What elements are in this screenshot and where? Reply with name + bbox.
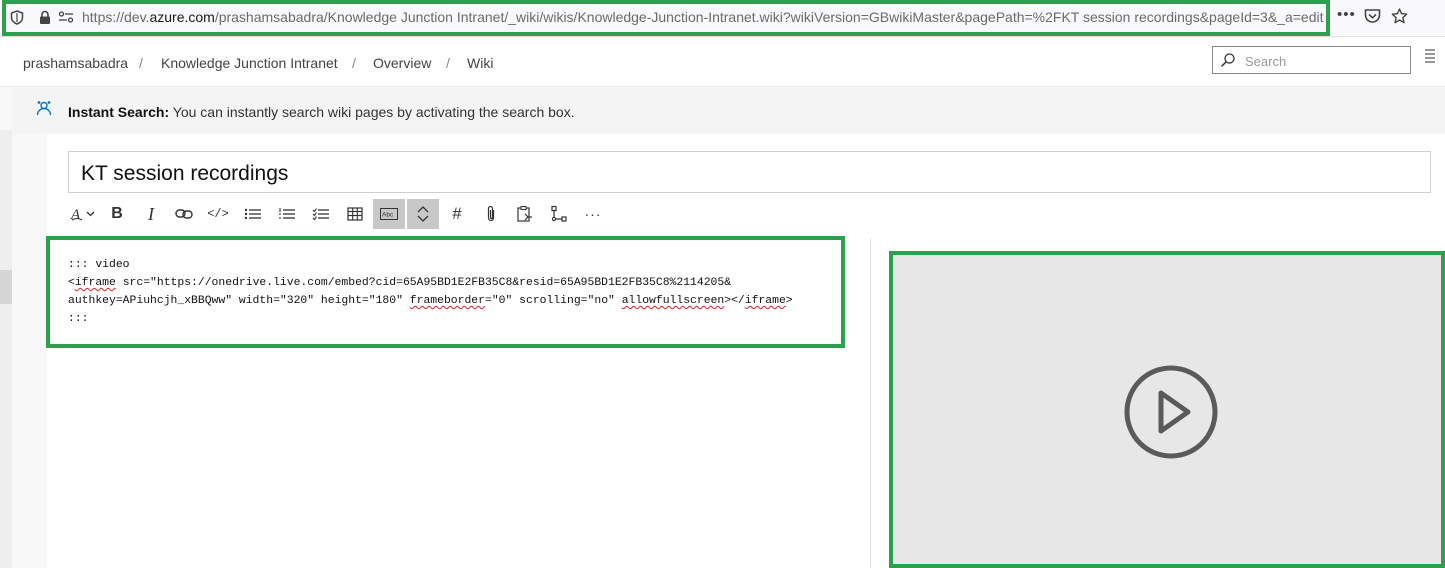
markdown-editor[interactable]: ::: video <iframe src="https://onedrive.… xyxy=(68,256,793,328)
italic-icon[interactable]: I xyxy=(135,199,167,229)
bulleted-list-icon[interactable] xyxy=(237,199,269,229)
svg-text:A: A xyxy=(70,207,81,222)
code-line: ="0" scrolling="no" xyxy=(484,295,622,307)
more-icon[interactable]: ••• xyxy=(1337,6,1356,23)
menu-icon[interactable] xyxy=(1425,46,1441,66)
spelling-squiggle: frameborder xyxy=(409,295,485,307)
page-title: KT session recordings xyxy=(81,162,289,185)
code-line: src="https://onedrive.live.com/embed?cid… xyxy=(115,277,732,289)
code-line: ::: video xyxy=(68,259,130,271)
link-icon[interactable] xyxy=(168,199,200,229)
mermaid-icon[interactable] xyxy=(543,199,575,229)
breadcrumb-item-project[interactable]: Knowledge Junction Intranet xyxy=(161,55,338,71)
left-gutter xyxy=(0,130,12,568)
play-icon[interactable] xyxy=(1123,364,1219,465)
code-line: ::: xyxy=(68,313,89,325)
more-icon[interactable]: ··· xyxy=(577,199,609,235)
attach-icon[interactable] xyxy=(475,199,507,229)
url-highlight-frame xyxy=(2,0,1330,36)
numbered-list-icon[interactable] xyxy=(271,199,303,229)
info-label: Instant Search: xyxy=(68,104,170,120)
code-line: < xyxy=(68,277,75,289)
instant-search-icon xyxy=(36,100,52,123)
code-line: > xyxy=(785,295,793,307)
spelling-squiggle: iframe xyxy=(74,277,116,289)
info-message: Instant Search: You can instantly search… xyxy=(68,104,575,120)
search-box[interactable] xyxy=(1212,46,1411,74)
search-icon xyxy=(1220,52,1236,73)
toggle-icon[interactable] xyxy=(407,199,439,229)
code-icon[interactable]: </> xyxy=(202,199,234,229)
spelling-squiggle: allowfullscreen xyxy=(621,295,725,307)
code-line: authkey=APiuhcjh_xBBQww" width="320" hei… xyxy=(68,295,410,307)
breadcrumb-item-wiki[interactable]: Wiki xyxy=(467,55,493,71)
abc-icon[interactable]: Abc xyxy=(373,199,405,229)
svg-text:Abc: Abc xyxy=(382,212,394,219)
bold-icon[interactable]: B xyxy=(101,199,133,229)
search-input[interactable] xyxy=(1243,51,1407,71)
pocket-icon[interactable] xyxy=(1364,8,1381,29)
format-icon[interactable]: A xyxy=(68,199,98,229)
breadcrumb-separator: / xyxy=(352,55,356,71)
spelling-squiggle: iframe xyxy=(744,295,786,307)
left-gutter-handle[interactable] xyxy=(0,270,12,304)
breadcrumb-separator: / xyxy=(446,55,450,71)
breadcrumb-item-overview[interactable]: Overview xyxy=(373,55,431,71)
editor-preview-divider[interactable] xyxy=(870,238,871,568)
heading-icon[interactable]: # xyxy=(441,199,473,229)
star-icon[interactable] xyxy=(1391,8,1408,29)
breadcrumb-item-org[interactable]: prashamsabadra xyxy=(23,55,128,71)
paste-icon[interactable] xyxy=(509,199,541,229)
page-title-input[interactable]: KT session recordings xyxy=(68,151,1431,193)
browser-address-bar[interactable]: https://dev.azure.com/prashamsabadra/Kno… xyxy=(0,0,1445,37)
breadcrumb-separator: / xyxy=(139,55,143,71)
checklist-icon[interactable] xyxy=(305,199,337,229)
code-line: ></ xyxy=(724,295,745,307)
table-icon[interactable] xyxy=(339,199,371,229)
info-body: You can instantly search wiki pages by a… xyxy=(169,104,575,120)
page-header: prashamsabadra / Knowledge Junction Intr… xyxy=(0,38,1445,87)
